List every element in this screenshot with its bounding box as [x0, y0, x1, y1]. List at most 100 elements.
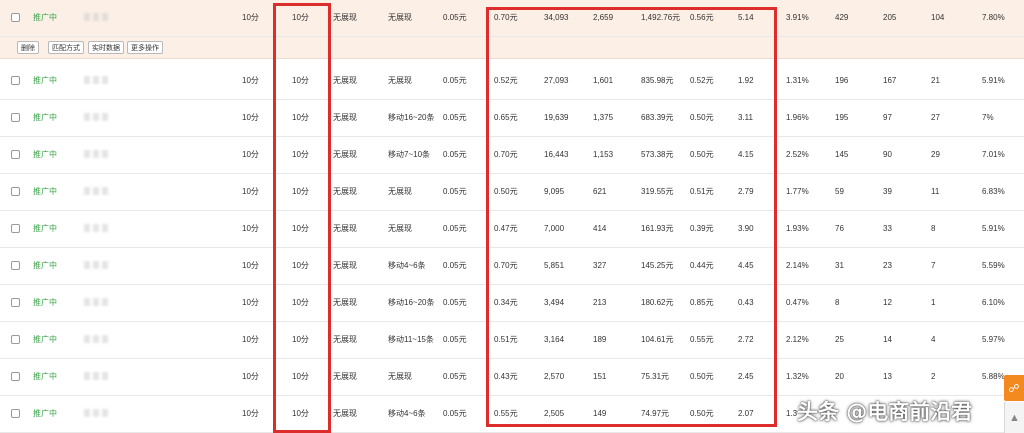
metric-15-cell: 21 [931, 76, 940, 85]
metric-13-cell: 429 [835, 13, 849, 22]
quality-score-cell: 10分 [242, 409, 259, 418]
table-row[interactable]: 推广中 10分 10分 无展现 移动4~6条 0.05元 0.70元 5,851 327 145.… [0, 248, 1024, 285]
avg-cpc-cell: 0.55元 [494, 409, 518, 418]
bid-cell: 0.05元 [443, 113, 467, 122]
cost-cell: 319.55元 [641, 187, 674, 196]
avg-cpc-cell: 0.70元 [494, 261, 518, 270]
cost-cell: 1,492.76元 [641, 13, 681, 22]
bid-cell: 0.05元 [443, 298, 467, 307]
status-cell: 推广中 [33, 409, 57, 418]
row-checkbox[interactable] [11, 409, 20, 418]
table-row[interactable]: 推广中 10分 10分 无展现 无展现 0.05元 0.43元 2,570 151 75.31元 0… [0, 359, 1024, 396]
impressions-cell: 2,570 [544, 372, 565, 381]
redacted-keyword [102, 224, 108, 232]
metric-13-cell: 25 [835, 335, 844, 344]
bid-cell: 0.05元 [443, 76, 467, 85]
conversion-rate-cell: 5.59% [982, 261, 1005, 270]
ppc-cell: 0.50元 [690, 113, 714, 122]
ppc-cell: 0.52元 [690, 76, 714, 85]
table-row[interactable]: 推广中 10分 10分 无展现 移动7~10条 0.05元 0.70元 16,443 1,153… [0, 137, 1024, 174]
quality-score-2-cell: 10分 [292, 224, 309, 233]
conversion-rate-cell: 6.83% [982, 187, 1005, 196]
quality-score-cell: 10分 [242, 298, 259, 307]
table-row[interactable]: 推广中 10分 10分 无展现 无展现 0.05元 0.47元 7,000 414 161.93元… [0, 211, 1024, 248]
cost-cell: 835.98元 [641, 76, 674, 85]
table-row[interactable]: 推广中 10分 10分 无展现 移动16~20条 0.05元 0.65元 19,639 1,37… [0, 100, 1024, 137]
row-checkbox[interactable] [11, 224, 20, 233]
clicks-cell: 1,375 [593, 113, 614, 122]
roi-cell: 4.15 [738, 150, 754, 159]
clicks-cell: 149 [593, 409, 607, 418]
ctr-cell: 2.14% [786, 261, 809, 270]
row-checkbox[interactable] [11, 76, 20, 85]
redacted-keyword [93, 224, 99, 232]
realtime-data-button[interactable]: 实时数据 [88, 41, 124, 54]
more-actions-button[interactable]: 更多操作 [127, 41, 163, 54]
cost-cell: 161.93元 [641, 224, 674, 233]
redacted-keyword [84, 224, 90, 232]
impressions-cell: 5,851 [544, 261, 565, 270]
clicks-cell: 327 [593, 261, 607, 270]
conversion-rate-cell: 5.97% [982, 335, 1005, 344]
row-checkbox[interactable] [11, 150, 20, 159]
arrow-up-icon[interactable]: ▲ [1004, 402, 1024, 433]
row-checkbox[interactable] [11, 298, 20, 307]
roi-cell: 4.45 [738, 261, 754, 270]
roi-cell: 2.72 [738, 335, 754, 344]
match-type-button[interactable]: 匹配方式 [48, 41, 84, 54]
table-row[interactable]: 推广中 10分 10分 无展现 无展现 0.05元 0.70元 34,093 2,659 1,49… [0, 0, 1024, 37]
metric-14-cell: 23 [883, 261, 892, 270]
status-cell: 推广中 [33, 187, 57, 196]
redacted-keyword [102, 150, 108, 158]
quality-score-cell: 10分 [242, 187, 259, 196]
bid-cell: 0.05元 [443, 150, 467, 159]
bid-cell: 0.05元 [443, 224, 467, 233]
mobile-rank-cell: 无展现 [388, 13, 412, 22]
row-checkbox[interactable] [11, 113, 20, 122]
avg-cpc-cell: 0.43元 [494, 372, 518, 381]
table-row[interactable]: 推广中 10分 10分 无展现 移动16~20条 0.05元 0.34元 3,494 213 18… [0, 285, 1024, 322]
status-cell: 推广中 [33, 76, 57, 85]
conversion-rate-cell: 5.88% [982, 372, 1005, 381]
metric-15-cell: 104 [931, 13, 945, 22]
row-checkbox[interactable] [11, 372, 20, 381]
status-cell: 推广中 [33, 298, 57, 307]
delete-button[interactable]: 删除 [17, 41, 39, 54]
pc-rank-cell: 无展现 [333, 76, 357, 85]
pc-rank-cell: 无展现 [333, 261, 357, 270]
row-checkbox[interactable] [11, 187, 20, 196]
row-checkbox[interactable] [11, 335, 20, 344]
conversion-rate-cell: 7% [982, 113, 994, 122]
mobile-rank-cell: 移动11~15条 [388, 335, 434, 344]
impressions-cell: 2,505 [544, 409, 565, 418]
ppc-cell: 0.51元 [690, 187, 714, 196]
redacted-keyword [93, 261, 99, 269]
redacted-keyword [102, 298, 108, 306]
quality-score-2-cell: 10分 [292, 13, 309, 22]
redacted-keyword [102, 187, 108, 195]
bookmark-icon[interactable]: ☍ [1004, 375, 1024, 401]
metric-13-cell: 145 [835, 150, 849, 159]
status-cell: 推广中 [33, 13, 57, 22]
redacted-keyword [84, 150, 90, 158]
table-row[interactable]: 推广中 10分 10分 无展现 移动11~15条 0.05元 0.51元 3,164 189 10… [0, 322, 1024, 359]
clicks-cell: 213 [593, 298, 607, 307]
status-cell: 推广中 [33, 113, 57, 122]
roi-cell: 2.79 [738, 187, 754, 196]
metric-14-cell: 205 [883, 13, 897, 22]
avg-cpc-cell: 0.70元 [494, 13, 518, 22]
ppc-cell: 0.85元 [690, 298, 714, 307]
quality-score-cell: 10分 [242, 150, 259, 159]
table-row[interactable]: 推广中 10分 10分 无展现 无展现 0.05元 0.52元 27,093 1,601 835.… [0, 63, 1024, 100]
ctr-cell: 1.77% [786, 187, 809, 196]
row-checkbox[interactable] [11, 261, 20, 270]
row-checkbox[interactable] [11, 13, 20, 22]
cost-cell: 180.62元 [641, 298, 674, 307]
ppc-cell: 0.50元 [690, 409, 714, 418]
table-row[interactable]: 推广中 10分 10分 无展现 无展现 0.05元 0.50元 9,095 621 319.55元… [0, 174, 1024, 211]
metric-13-cell: 76 [835, 224, 844, 233]
metric-15-cell: 4 [931, 335, 936, 344]
redacted-keyword [102, 261, 108, 269]
metric-14-cell: 12 [883, 298, 892, 307]
conversion-rate-cell: 7.80% [982, 13, 1005, 22]
